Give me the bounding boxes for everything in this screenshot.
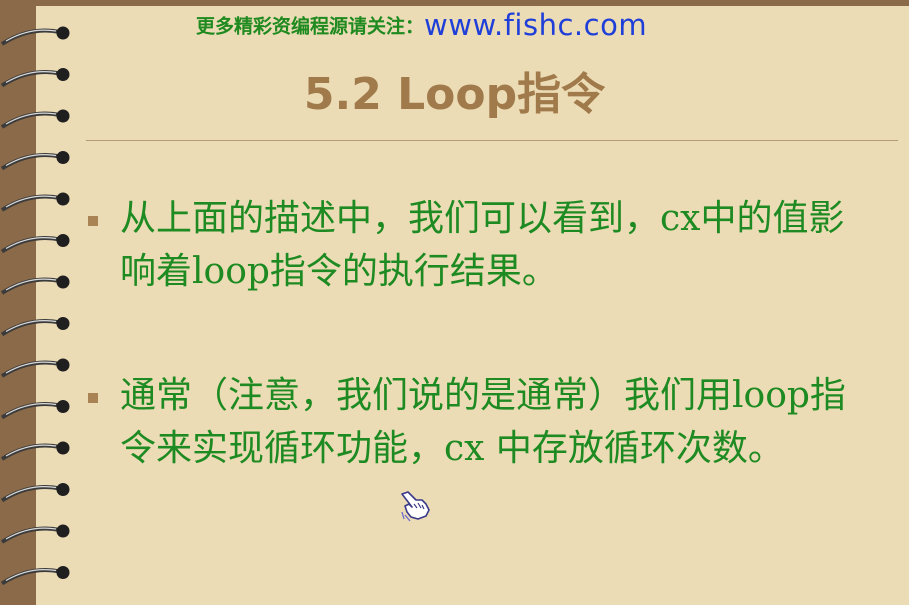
bullet-text-2: 通常（注意，我们说的是通常）我们用loop指令来实现循环功能，cx 中存放循环次… [120, 375, 846, 469]
binding-wire [0, 319, 61, 337]
binding-wire [0, 153, 61, 171]
binding-hole [56, 483, 70, 496]
promo-text: 更多精彩资编程源请关注： [196, 15, 425, 38]
binding-hole [56, 566, 70, 579]
binding-hole [56, 441, 70, 455]
binding-wire [0, 28, 61, 46]
website-link[interactable]: www.fishc.com [424, 8, 647, 42]
binding-wire [0, 360, 61, 378]
binding-hole [56, 192, 70, 206]
binding-wire [0, 443, 61, 461]
binding-hole [56, 234, 70, 247]
binding-wire [0, 194, 61, 212]
binding-hole [56, 400, 70, 413]
binding-hole [56, 275, 70, 289]
binding-wire [0, 526, 61, 544]
promo-header: 更多精彩资编程源请关注：www.fishc.com [196, 8, 796, 42]
hand-pointer-cursor-icon [401, 491, 430, 522]
bullet-text-1: 从上面的描述中，我们可以看到，cx中的值影响着loop指令的执行结果。 [120, 198, 845, 292]
bullet-marker-2 [88, 393, 98, 403]
binding-wire [0, 277, 61, 295]
binding-hole [56, 317, 70, 330]
binding-hole [56, 358, 70, 372]
binding-wire [0, 485, 61, 503]
binding-hole [56, 151, 70, 164]
slide-title: 5.2 Loop指令 [303, 69, 606, 120]
title-divider [86, 140, 898, 141]
binding-hole [56, 524, 70, 538]
binding-wire [0, 236, 61, 254]
bullet-marker-1 [88, 216, 98, 226]
binding-wire [0, 402, 61, 420]
slide: 更多精彩资编程源请关注：www.fishc.com 5.2 Loop指令 从上面… [0, 0, 909, 605]
binding-wire [0, 568, 61, 586]
binding-hole [56, 26, 70, 40]
